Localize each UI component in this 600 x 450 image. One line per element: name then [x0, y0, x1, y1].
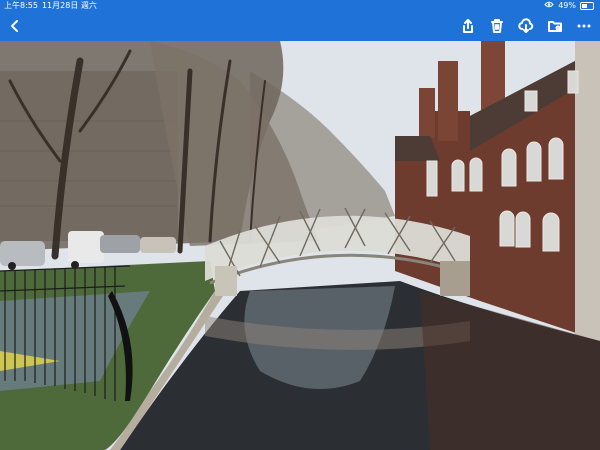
- share-button[interactable]: [457, 15, 479, 37]
- battery-icon: [580, 1, 594, 10]
- photo-image: [0, 41, 600, 450]
- status-bar: 上午8:55 11月28日 週六 49%: [0, 0, 600, 11]
- more-icon: [577, 24, 591, 28]
- download-button[interactable]: [515, 15, 537, 37]
- status-time: 上午8:55: [4, 1, 38, 10]
- download-cloud-icon: [518, 18, 534, 33]
- status-right: 49%: [544, 0, 594, 11]
- back-button[interactable]: [4, 15, 26, 37]
- delete-button[interactable]: [486, 15, 508, 37]
- trash-icon: [491, 19, 503, 33]
- battery-level: [582, 3, 587, 8]
- folder-button[interactable]: [544, 15, 566, 37]
- status-left: 上午8:55 11月28日 週六: [4, 0, 97, 11]
- share-icon: [463, 19, 473, 33]
- photo-viewer[interactable]: [0, 41, 600, 450]
- folder-icon: [548, 21, 562, 32]
- more-button[interactable]: [573, 15, 595, 37]
- back-chevron-icon: [11, 20, 18, 32]
- status-date: 11月28日 週六: [41, 1, 97, 10]
- viewer-toolbar: [0, 11, 600, 41]
- eye-icon: [544, 0, 554, 11]
- battery-percent: 49%: [558, 1, 576, 10]
